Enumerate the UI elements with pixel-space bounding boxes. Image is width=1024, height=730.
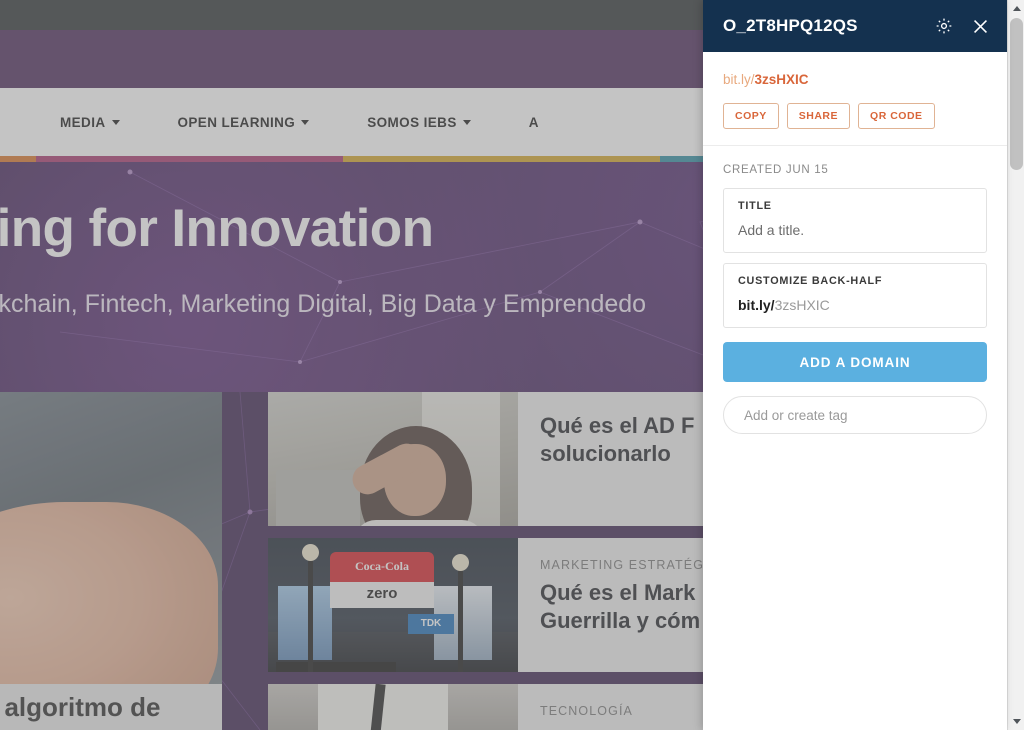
gear-icon[interactable] [931,13,957,39]
chevron-down-icon [1012,719,1021,724]
link-actions: COPY SHARE QR CODE [723,103,987,129]
page-scrollbar[interactable] [1007,0,1024,730]
qr-code-button[interactable]: QR CODE [858,103,935,129]
title-field[interactable]: TITLE Add a title. [723,188,987,253]
scroll-down-button[interactable] [1008,713,1024,730]
title-field-placeholder: Add a title. [738,222,805,238]
scroll-up-button[interactable] [1008,0,1024,17]
bitly-link-panel: O_2T8HPQ12QS bit.ly/3zsHXIC COPY SHARE Q… [703,0,1007,730]
created-date: CREATED JUN 15 [723,164,829,176]
created-row: CREATED JUN 15 [703,146,1007,176]
back-half-slug: 3zsHXIC [774,297,830,313]
share-button[interactable]: SHARE [786,103,851,129]
tag-input[interactable]: Add or create tag [723,396,987,434]
panel-title: O_2T8HPQ12QS [723,16,858,35]
link-section: bit.ly/3zsHXIC COPY SHARE QR CODE [703,52,1007,146]
short-link-back-half: 3zsHXIC [754,72,809,87]
short-link-domain: bit.ly/ [723,72,755,87]
panel-header: O_2T8HPQ12QS [703,0,1007,52]
edit-fields: TITLE Add a title. CUSTOMIZE BACK-HALF b… [703,176,1007,338]
scrollbar-thumb[interactable] [1010,18,1023,170]
close-icon[interactable] [967,13,993,39]
add-domain-button[interactable]: ADD A DOMAIN [723,342,987,382]
back-half-field-value: bit.ly/3zsHXIC [738,297,972,313]
chevron-up-icon [1012,6,1021,11]
tag-input-placeholder: Add or create tag [744,407,848,423]
copy-button[interactable]: COPY [723,103,779,129]
back-half-field[interactable]: CUSTOMIZE BACK-HALF bit.ly/3zsHXIC [723,263,987,328]
title-field-label: TITLE [738,200,772,212]
back-half-field-label: CUSTOMIZE BACK-HALF [738,275,883,287]
short-link[interactable]: bit.ly/3zsHXIC [723,72,987,87]
back-half-domain: bit.ly/ [738,297,775,313]
